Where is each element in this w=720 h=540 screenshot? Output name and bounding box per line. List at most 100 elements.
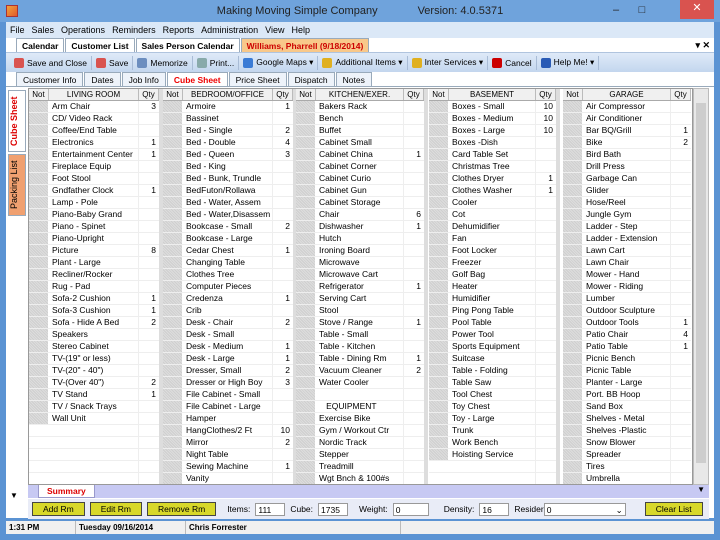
item-name[interactable]: Bed - King (183, 161, 273, 172)
not-checkbox[interactable] (429, 245, 449, 256)
item-qty[interactable] (273, 401, 293, 412)
not-checkbox[interactable] (296, 341, 316, 352)
not-checkbox[interactable] (429, 449, 449, 460)
item-name[interactable]: Shelves -Plastic (583, 425, 671, 436)
item-qty[interactable]: 1 (139, 293, 159, 304)
item-qty[interactable] (139, 353, 159, 364)
item-name[interactable]: Bed - Double (183, 137, 273, 148)
item-qty[interactable] (273, 209, 293, 220)
item-name[interactable]: TV-(Over 40") (49, 377, 139, 388)
not-checkbox[interactable] (429, 257, 449, 268)
item-qty[interactable] (671, 425, 691, 436)
not-checkbox[interactable] (429, 113, 449, 124)
item-name[interactable]: Suitcase (449, 353, 536, 364)
not-checkbox[interactable] (296, 125, 316, 136)
not-checkbox[interactable] (429, 221, 449, 232)
not-checkbox[interactable] (429, 185, 449, 196)
item-qty[interactable] (536, 137, 556, 148)
not-checkbox[interactable] (29, 425, 49, 436)
item-name[interactable]: Toy - Large (449, 413, 536, 424)
item-name[interactable]: Dresser, Small (183, 365, 273, 376)
not-checkbox[interactable] (296, 353, 316, 364)
not-checkbox[interactable] (429, 209, 449, 220)
item-name[interactable]: Ironing Board (316, 245, 404, 256)
item-qty[interactable] (536, 257, 556, 268)
item-qty[interactable]: 1 (671, 341, 691, 352)
not-checkbox[interactable] (29, 197, 49, 208)
item-qty[interactable] (671, 269, 691, 280)
item-qty[interactable] (671, 377, 691, 388)
item-qty[interactable] (671, 101, 691, 112)
not-checkbox[interactable] (163, 293, 183, 304)
item-name[interactable]: Wall Unit (49, 413, 139, 424)
not-checkbox[interactable] (29, 437, 49, 448)
item-name[interactable]: BedFuton/Rollawa (183, 185, 273, 196)
not-checkbox[interactable] (29, 461, 49, 472)
not-checkbox[interactable] (163, 245, 183, 256)
item-name[interactable]: Patio Table (583, 341, 671, 352)
not-checkbox[interactable] (296, 425, 316, 436)
not-checkbox[interactable] (296, 401, 316, 412)
item-qty[interactable]: 1 (139, 149, 159, 160)
item-name[interactable]: Hose/Reel (583, 197, 671, 208)
item-name[interactable]: Dresser or High Boy (183, 377, 273, 388)
item-qty[interactable]: 2 (273, 125, 293, 136)
item-name[interactable]: Wgt Bnch & 100#s (316, 473, 404, 484)
item-name[interactable]: Boxes - Large (449, 125, 536, 136)
inter-services-button[interactable]: Inter Services ▾ (408, 55, 489, 70)
item-qty[interactable]: 1 (139, 389, 159, 400)
item-qty[interactable]: 2 (273, 365, 293, 376)
item-name[interactable]: Speakers (49, 329, 139, 340)
item-qty[interactable]: 1 (139, 305, 159, 316)
item-qty[interactable] (671, 245, 691, 256)
item-qty[interactable] (536, 149, 556, 160)
not-checkbox[interactable] (29, 377, 49, 388)
item-name[interactable]: Serving Cart (316, 293, 404, 304)
item-qty[interactable] (671, 293, 691, 304)
not-checkbox[interactable] (563, 113, 583, 124)
item-qty[interactable]: 1 (404, 281, 424, 292)
item-name[interactable]: Cabinet Corner (316, 161, 404, 172)
item-qty[interactable] (536, 317, 556, 328)
item-name[interactable]: Desk - Medium (183, 341, 273, 352)
item-name[interactable]: Credenza (183, 293, 273, 304)
not-checkbox[interactable] (163, 209, 183, 220)
item-name[interactable]: Boxes -Dish (449, 137, 536, 148)
tab-dates[interactable]: Dates (84, 72, 121, 86)
item-qty[interactable]: 2 (273, 317, 293, 328)
item-qty[interactable] (536, 389, 556, 400)
not-checkbox[interactable] (296, 197, 316, 208)
item-qty[interactable] (273, 197, 293, 208)
doc-tab-sales-person-calendar[interactable]: Sales Person Calendar (135, 38, 240, 52)
item-qty[interactable] (139, 365, 159, 376)
item-name[interactable] (49, 449, 139, 460)
not-checkbox[interactable] (29, 293, 49, 304)
item-qty[interactable]: 2 (139, 377, 159, 388)
item-qty[interactable]: 1 (404, 317, 424, 328)
item-qty[interactable] (404, 125, 424, 136)
not-checkbox[interactable] (296, 413, 316, 424)
item-name[interactable]: Fireplace Equip (49, 161, 139, 172)
item-name[interactable]: File Cabinet - Small (183, 389, 273, 400)
not-checkbox[interactable] (296, 113, 316, 124)
print-button[interactable]: Print... (193, 55, 240, 70)
item-qty[interactable] (671, 305, 691, 316)
item-name[interactable]: Picnic Bench (583, 353, 671, 364)
item-qty[interactable]: 3 (139, 101, 159, 112)
not-checkbox[interactable] (163, 365, 183, 376)
item-name[interactable]: Work Bench (449, 437, 536, 448)
item-qty[interactable] (139, 269, 159, 280)
item-name[interactable]: CD/ Video Rack (49, 113, 139, 124)
not-checkbox[interactable] (29, 353, 49, 364)
item-qty[interactable] (139, 113, 159, 124)
item-name[interactable]: Tool Chest (449, 389, 536, 400)
item-name[interactable]: Stool (316, 305, 404, 316)
not-checkbox[interactable] (296, 317, 316, 328)
item-name[interactable]: TV-(19" or less) (49, 353, 139, 364)
side-tab-cube-sheet[interactable]: Cube Sheet (8, 90, 26, 152)
item-name[interactable]: Humidifier (449, 293, 536, 304)
not-checkbox[interactable] (563, 245, 583, 256)
not-checkbox[interactable] (563, 305, 583, 316)
item-name[interactable]: Sand Box (583, 401, 671, 412)
item-qty[interactable]: 1 (273, 293, 293, 304)
